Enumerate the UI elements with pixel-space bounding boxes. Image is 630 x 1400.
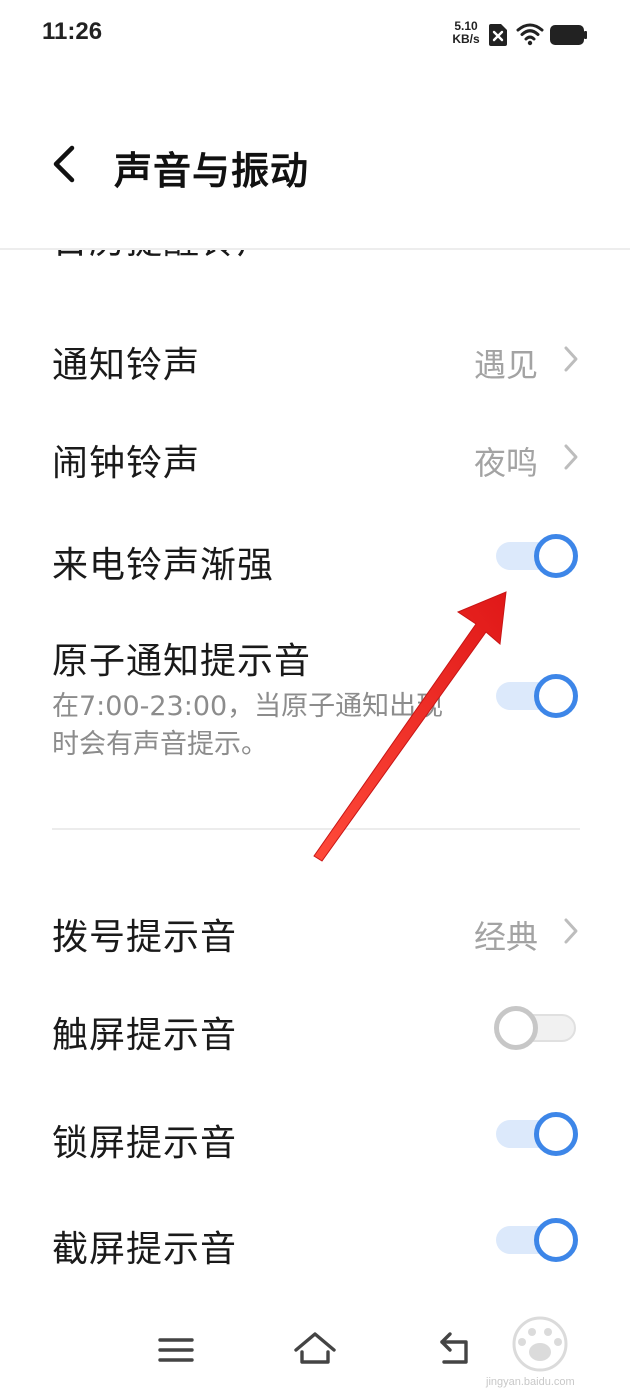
battery-icon bbox=[550, 25, 587, 45]
chevron-right-icon bbox=[564, 918, 578, 944]
lock-sound-row[interactable]: 锁屏提示音 bbox=[0, 1090, 630, 1180]
toggle-thumb bbox=[534, 534, 578, 578]
alarm-ringtone-value: 夜鸣 bbox=[473, 444, 538, 482]
settings-list[interactable]: 日历提醒铃声 通知铃声 遇见 闹钟铃声 夜鸣 来电铃声渐强 原子通知提示音 在7… bbox=[0, 250, 630, 1310]
page-title: 声音与振动 bbox=[114, 149, 310, 193]
touch-sound-label: 触屏提示音 bbox=[52, 1015, 238, 1056]
wifi-icon bbox=[516, 23, 544, 46]
screenshot-sound-row[interactable]: 截屏提示音 bbox=[0, 1196, 630, 1286]
section-divider bbox=[52, 828, 580, 830]
lock-sound-label: 锁屏提示音 bbox=[52, 1123, 238, 1164]
notification-ringtone-value: 遇见 bbox=[473, 346, 538, 384]
home-icon[interactable] bbox=[292, 1328, 338, 1370]
network-speed: 5.10 KB/s bbox=[448, 20, 484, 46]
toggle-thumb bbox=[534, 674, 578, 718]
atomic-notification-sound-toggle[interactable] bbox=[494, 672, 580, 720]
notification-ringtone-label: 通知铃声 bbox=[52, 345, 201, 386]
toggle-thumb bbox=[534, 1218, 578, 1262]
lock-sound-toggle[interactable] bbox=[494, 1110, 580, 1158]
alarm-ringtone-row[interactable]: 闹钟铃声 夜鸣 bbox=[0, 410, 630, 500]
status-bar: 11:26 5.10 KB/s bbox=[0, 0, 630, 70]
notification-ringtone-row[interactable]: 通知铃声 遇见 bbox=[0, 312, 630, 402]
ringtone-fade-in-row[interactable]: 来电铃声渐强 bbox=[0, 512, 630, 602]
atomic-notification-sound-description: 在7:00-23:00，当原子通知出现时会有声音提示。 bbox=[52, 691, 444, 760]
calendar-ringtone-row[interactable]: 日历提醒铃声 bbox=[0, 250, 630, 298]
touch-sound-toggle[interactable] bbox=[494, 1004, 580, 1052]
screenshot-sound-label: 截屏提示音 bbox=[52, 1229, 238, 1270]
dial-tone-row[interactable]: 拨号提示音 经典 bbox=[0, 884, 630, 974]
chevron-right-icon bbox=[564, 444, 578, 470]
atomic-notification-sound-label: 原子通知提示音 bbox=[52, 641, 312, 682]
atomic-notification-sound-row[interactable]: 原子通知提示音 在7:00-23:00，当原子通知出现时会有声音提示。 bbox=[0, 620, 630, 770]
network-speed-unit: KB/s bbox=[452, 32, 480, 46]
screenshot-sound-toggle[interactable] bbox=[494, 1216, 580, 1264]
chevron-right-icon bbox=[564, 346, 578, 372]
back-icon[interactable] bbox=[436, 1328, 476, 1370]
header: 声音与振动 bbox=[0, 110, 630, 220]
toggle-thumb bbox=[534, 1112, 578, 1156]
dial-tone-value: 经典 bbox=[473, 918, 538, 956]
sim-off-icon bbox=[489, 24, 507, 46]
back-chevron-icon[interactable] bbox=[48, 144, 80, 184]
menu-icon[interactable] bbox=[156, 1330, 196, 1370]
calendar-ringtone-label: 日历提醒铃声 bbox=[52, 250, 274, 264]
ringtone-fade-in-toggle[interactable] bbox=[494, 532, 580, 580]
toggle-thumb bbox=[494, 1006, 538, 1050]
watermark-text: jingyan.baidu.com bbox=[486, 1376, 575, 1388]
dial-tone-label: 拨号提示音 bbox=[52, 917, 238, 958]
status-time: 11:26 bbox=[42, 18, 103, 45]
ringtone-fade-in-label: 来电铃声渐强 bbox=[52, 545, 275, 586]
touch-sound-row[interactable]: 触屏提示音 bbox=[0, 982, 630, 1072]
alarm-ringtone-label: 闹钟铃声 bbox=[52, 443, 201, 484]
